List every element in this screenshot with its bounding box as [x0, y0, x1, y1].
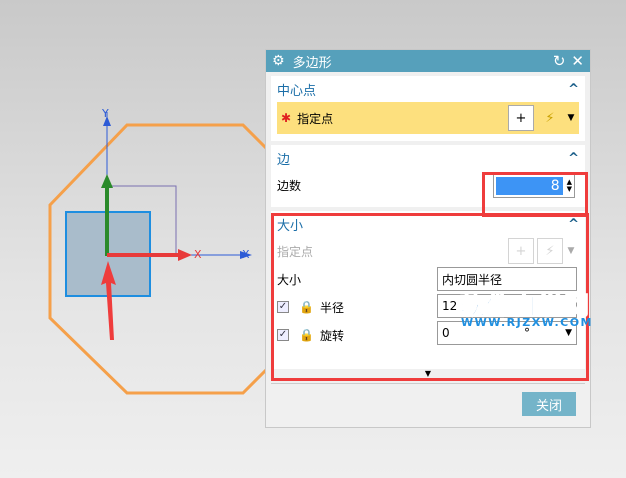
specify-point-row[interactable]: ✱ 指定点 + ⚡ ▼	[277, 102, 579, 134]
group-title: 边	[277, 152, 291, 168]
point-dialog-button[interactable]: +	[508, 105, 534, 131]
point-type-dropdown[interactable]: ▼	[563, 105, 579, 131]
dialog-titlebar: ⚙ 多边形 ↻ ✕	[266, 50, 590, 72]
inferred-point-icon[interactable]: ⚡	[537, 105, 563, 131]
watermark-url: WWW.RJZXW.COM	[461, 316, 593, 329]
specify-point-label: 指定点	[297, 111, 334, 126]
center-point-group: 中心点 ^ ✱ 指定点 + ⚡ ▼	[271, 76, 585, 141]
close-button[interactable]: 关闭	[522, 392, 576, 416]
collapse-icon[interactable]: ^	[568, 151, 579, 166]
highlight-box	[482, 172, 588, 217]
x-handle-label: X	[194, 248, 202, 261]
y-handle-arrow-icon	[101, 174, 113, 188]
required-asterisk-icon: ✱	[281, 111, 292, 125]
close-icon[interactable]: ✕	[571, 52, 584, 70]
edge-count-label: 边数	[277, 178, 302, 193]
x-axis-label: X	[242, 248, 250, 261]
y-axis-label: Y	[101, 107, 109, 120]
gear-icon[interactable]: ⚙	[272, 53, 285, 69]
collapse-icon[interactable]: ^	[568, 82, 579, 97]
dialog-title: 多边形	[292, 55, 332, 71]
reset-icon[interactable]: ↻	[553, 52, 566, 70]
x-handle-arrow-icon	[178, 249, 192, 261]
group-title: 中心点	[277, 83, 317, 99]
